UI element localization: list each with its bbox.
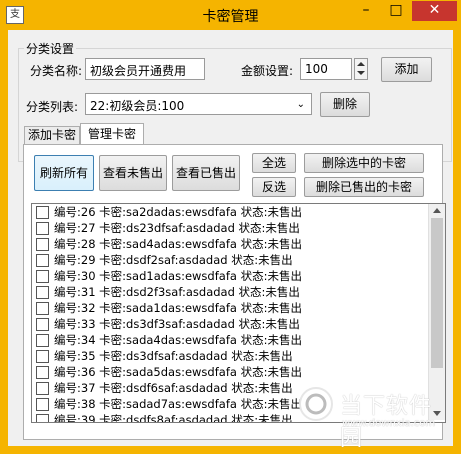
view-unsold-button[interactable]: 查看未售出	[99, 155, 167, 191]
card-text: 编号:29 卡密:dsdf2saf:asdadad 状态:未售出	[54, 253, 293, 267]
delete-category-button[interactable]: 删除	[320, 92, 370, 117]
spin-up-icon[interactable]	[357, 62, 365, 66]
card-text: 编号:27 卡密:ds23dfsaf:asdadad 状态:未售出	[54, 221, 300, 235]
card-text: 编号:34 卡密:sada4das:ewsdfafa 状态:未售出	[54, 333, 302, 347]
card-checkbox[interactable]	[36, 381, 49, 395]
card-checkbox[interactable]	[36, 413, 49, 422]
add-category-button[interactable]: 添加	[381, 57, 432, 82]
card-checkbox[interactable]	[36, 301, 49, 315]
card-text: 编号:28 卡密:sad4adas:ewsdfafa 状态:未售出	[54, 237, 302, 251]
card-checkbox[interactable]	[36, 365, 49, 379]
close-button[interactable]: ✕	[412, 1, 457, 21]
card-checkbox[interactable]	[36, 205, 49, 219]
title-bar: 支 卡密管理 – □ ✕	[0, 0, 461, 30]
category-list-select[interactable]: 22:初级会员:100 ⌄	[85, 93, 312, 115]
tab-manage-card[interactable]: 管理卡密	[80, 123, 144, 145]
category-name-label: 分类名称:	[30, 64, 83, 78]
card-list-item[interactable]: 编号:26 卡密:sa2dadas:ewsdfafa 状态:未售出	[32, 204, 445, 220]
tab-add-card[interactable]: 添加卡密	[24, 126, 80, 145]
scroll-up-icon[interactable]	[433, 208, 441, 213]
category-group-title: 分类设置	[24, 40, 77, 57]
card-text: 编号:38 卡密:sadad7as:ewsdfafa 状态:未售出	[54, 397, 302, 411]
scroll-thumb[interactable]	[431, 218, 443, 368]
maximize-button[interactable]: □	[382, 1, 410, 21]
card-list-item[interactable]: 编号:29 卡密:dsdf2saf:asdadad 状态:未售出	[32, 252, 445, 268]
card-checkbox[interactable]	[36, 333, 49, 347]
card-text: 编号:39 卡密:dsdfs8af:asdadad 状态:未售出	[54, 413, 293, 423]
amount-spinner[interactable]	[354, 58, 368, 80]
card-text: 编号:36 卡密:sada5das:ewsdfafa 状态:未售出	[54, 365, 302, 379]
view-sold-button[interactable]: 查看已售出	[172, 155, 240, 191]
card-checkbox[interactable]	[36, 349, 49, 363]
invert-select-button[interactable]: 反选	[252, 177, 296, 197]
card-checkbox[interactable]	[36, 221, 49, 235]
card-list-item[interactable]: 编号:27 卡密:ds23dfsaf:asdadad 状态:未售出	[32, 220, 445, 236]
refresh-all-button[interactable]: 刷新所有	[34, 155, 94, 191]
select-all-button[interactable]: 全选	[252, 153, 296, 173]
card-text: 编号:30 卡密:sad1adas:ewsdfafa 状态:未售出	[54, 269, 302, 283]
card-list-item[interactable]: 编号:35 卡密:ds3dfsaf:asdadad 状态:未售出	[32, 348, 445, 364]
watermark-url: www.downxia.com	[342, 418, 436, 429]
amount-label: 金额设置:	[241, 64, 294, 78]
card-list-item[interactable]: 编号:34 卡密:sada4das:ewsdfafa 状态:未售出	[32, 332, 445, 348]
card-checkbox[interactable]	[36, 397, 49, 411]
watermark: 当下软件园 www.downxia.com	[296, 382, 446, 451]
card-checkbox[interactable]	[36, 237, 49, 251]
card-checkbox[interactable]	[36, 285, 49, 299]
card-list-item[interactable]: 编号:36 卡密:sada5das:ewsdfafa 状态:未售出	[32, 364, 445, 380]
spin-down-icon[interactable]	[357, 71, 365, 75]
card-text: 编号:35 卡密:ds3dfsaf:asdadad 状态:未售出	[54, 349, 293, 363]
card-text: 编号:37 卡密:dsdf6saf:asdadad 状态:未售出	[54, 381, 293, 395]
category-list-label: 分类列表:	[26, 100, 79, 114]
card-checkbox[interactable]	[36, 269, 49, 283]
card-list-item[interactable]: 编号:31 卡密:dsd2f3saf:asdadad 状态:未售出	[32, 284, 445, 300]
delete-sold-button[interactable]: 删除已售出的卡密	[304, 177, 424, 197]
card-text: 编号:32 卡密:sada1das:ewsdfafa 状态:未售出	[54, 301, 302, 315]
card-list-item[interactable]: 编号:30 卡密:sad1adas:ewsdfafa 状态:未售出	[32, 268, 445, 284]
card-checkbox[interactable]	[36, 253, 49, 267]
card-text: 编号:26 卡密:sa2dadas:ewsdfafa 状态:未售出	[54, 205, 302, 219]
card-list-item[interactable]: 编号:28 卡密:sad4adas:ewsdfafa 状态:未售出	[32, 236, 445, 252]
card-list-item[interactable]: 编号:32 卡密:sada1das:ewsdfafa 状态:未售出	[32, 300, 445, 316]
card-text: 编号:33 卡密:ds3df3saf:asdadad 状态:未售出	[54, 317, 300, 331]
category-name-input[interactable]: 初级会员开通费用	[85, 58, 205, 80]
category-list-selected: 22:初级会员:100	[90, 99, 185, 113]
chevron-down-icon[interactable]: ⌄	[297, 99, 305, 110]
card-checkbox[interactable]	[36, 317, 49, 331]
minimize-button[interactable]: –	[352, 1, 380, 21]
delete-selected-button[interactable]: 删除选中的卡密	[304, 153, 424, 173]
window-frame: 支 卡密管理 – □ ✕ 分类设置 分类名称: 初级会员开通费用 金额设置: 1…	[0, 0, 461, 454]
card-text: 编号:31 卡密:dsd2f3saf:asdadad 状态:未售出	[54, 285, 300, 299]
amount-input[interactable]: 100	[300, 58, 352, 80]
card-list-item[interactable]: 编号:33 卡密:ds3df3saf:asdadad 状态:未售出	[32, 316, 445, 332]
